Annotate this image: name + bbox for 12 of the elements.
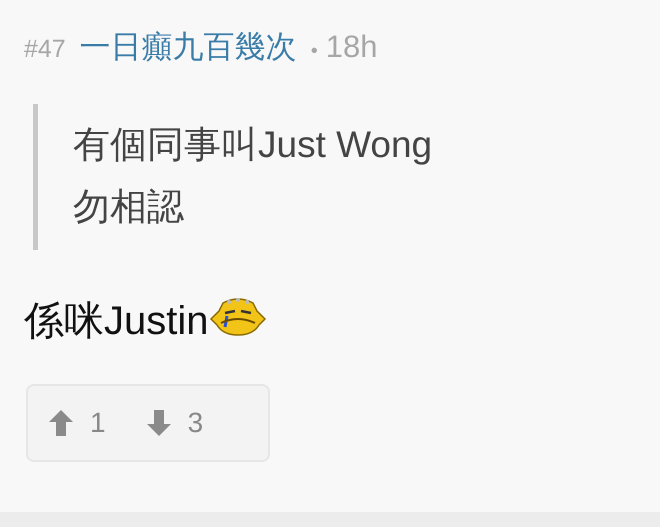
separator-dot: •: [310, 40, 318, 63]
quote-text: 勿相認: [73, 185, 185, 229]
up-arrow-icon: [48, 409, 74, 437]
emoticon-icon: [208, 297, 266, 337]
post-number: #47: [24, 35, 66, 64]
post-time: 18h: [326, 29, 378, 65]
downvote-button[interactable]: 3: [146, 407, 204, 439]
upvote-button[interactable]: 1: [48, 407, 106, 439]
author-name[interactable]: 一日癲九百幾次: [80, 26, 297, 68]
reply-text: 係咪Justin: [24, 298, 208, 344]
down-arrow-icon: [146, 409, 172, 437]
quote-text: 有個同事叫Just Wong: [73, 123, 434, 167]
